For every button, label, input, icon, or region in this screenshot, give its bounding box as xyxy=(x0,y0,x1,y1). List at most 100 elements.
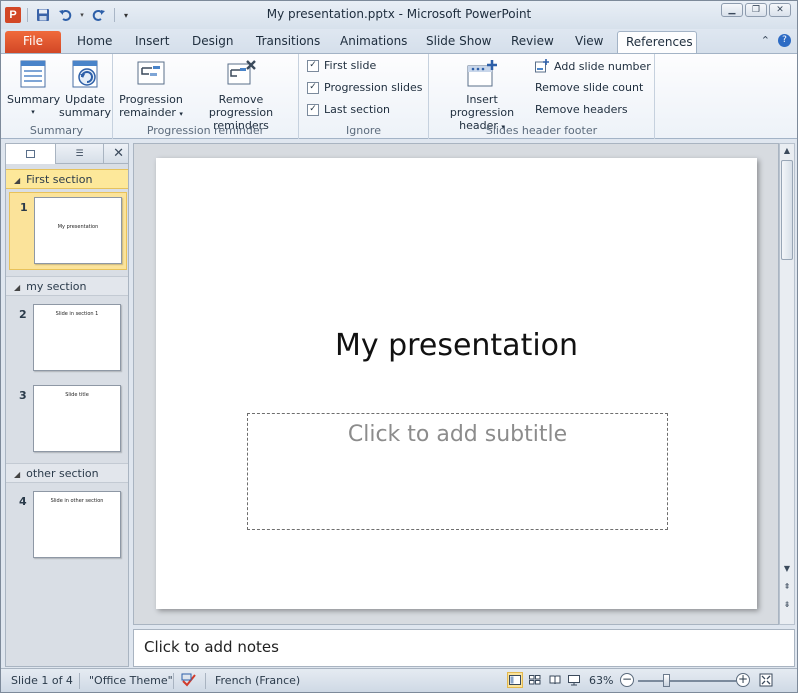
section-header-first[interactable]: ◢ First section xyxy=(6,169,128,189)
zoom-slider-knob[interactable] xyxy=(663,674,670,687)
status-separator xyxy=(79,673,80,689)
progression-slides-checkbox[interactable]: ✓ Progression slides xyxy=(307,81,423,94)
first-slide-label: First slide xyxy=(324,59,377,72)
close-icon[interactable]: ✕ xyxy=(769,3,791,17)
tab-transitions[interactable]: Transitions xyxy=(248,31,328,53)
tab-outline-view[interactable]: ☰ xyxy=(56,144,104,164)
tab-file[interactable]: File xyxy=(5,31,61,53)
slides-pane: ☰ ✕ ◢ First section 1 My presentation ◢ my… xyxy=(5,143,129,667)
tab-slide-show[interactable]: Slide Show xyxy=(418,31,499,53)
slide-thumbnail-2[interactable]: 2 Slide in section 1 xyxy=(9,300,127,378)
scrollbar-thumb[interactable] xyxy=(781,160,793,260)
update-summary-label-1: Update xyxy=(65,93,105,106)
checkbox-checked-icon[interactable]: ✓ xyxy=(307,81,319,94)
minimize-ribbon-icon[interactable]: ⌃ xyxy=(761,34,770,47)
notes-placeholder[interactable]: Click to add notes xyxy=(144,638,279,656)
collapse-triangle-icon[interactable]: ◢ xyxy=(14,465,20,485)
section-header-my[interactable]: ◢ my section xyxy=(6,276,128,296)
help-icon[interactable]: ? xyxy=(778,34,791,47)
minimize-icon[interactable]: ▁ xyxy=(721,3,743,17)
tab-view[interactable]: View xyxy=(567,31,611,53)
fit-slide-to-window-icon[interactable] xyxy=(758,672,774,688)
scroll-up-icon[interactable]: ▲ xyxy=(780,144,794,158)
ribbon-controls: ⌃ ? xyxy=(761,34,791,47)
add-slide-number-icon xyxy=(535,59,549,73)
progression-slides-label: Progression slides xyxy=(324,81,423,94)
collapse-triangle-icon[interactable]: ◢ xyxy=(14,171,20,191)
progression-remainder-button[interactable]: Progression remainder ▾ xyxy=(119,58,183,121)
add-slide-number-button[interactable]: Add slide number xyxy=(535,59,651,73)
update-summary-button[interactable]: Update summary xyxy=(59,58,111,119)
spelling-check-icon[interactable] xyxy=(181,672,199,691)
slides-header-footer-group: Insert progression header ▾ Add slide nu… xyxy=(429,54,655,139)
slide-edit-area: My presentation Click to add subtitle xyxy=(133,143,779,625)
slide-counter: Slide 1 of 4 xyxy=(11,674,73,687)
summary-icon xyxy=(17,58,49,90)
normal-view-icon[interactable] xyxy=(507,672,523,688)
outline-tab-icon: ☰ xyxy=(75,149,84,159)
tab-insert[interactable]: Insert xyxy=(127,31,177,53)
summary-button-label: Summary xyxy=(7,93,61,106)
slide-show-view-icon[interactable] xyxy=(566,672,582,688)
summary-group-label: Summary xyxy=(29,124,84,137)
tab-design[interactable]: Design xyxy=(184,31,241,53)
reading-view-icon[interactable] xyxy=(547,672,563,688)
zoom-in-icon[interactable]: + xyxy=(736,673,750,687)
tab-animations[interactable]: Animations xyxy=(332,31,415,53)
insert-progression-header-button[interactable]: Insert progression header ▾ xyxy=(433,58,531,134)
slide-number: 2 xyxy=(19,308,27,321)
progression-label-1: Progression xyxy=(119,93,183,106)
zoom-out-icon[interactable]: − xyxy=(620,673,634,687)
theme-name[interactable]: "Office Theme" xyxy=(89,674,173,687)
tab-references[interactable]: References xyxy=(617,31,697,53)
vertical-scrollbar[interactable]: ▲ ▼ ⇞ ⇟ xyxy=(779,143,795,625)
last-section-checkbox[interactable]: ✓ Last section xyxy=(307,103,390,116)
section-name: my section xyxy=(26,280,87,293)
scroll-down-icon[interactable]: ▼ xyxy=(780,562,794,576)
progression-icon xyxy=(135,58,167,90)
add-slide-number-label: Add slide number xyxy=(554,59,651,73)
slide-number: 3 xyxy=(19,389,27,402)
zoom-slider-track[interactable] xyxy=(638,680,736,682)
notes-pane[interactable]: Click to add notes xyxy=(133,629,795,667)
slide-thumbnail-1[interactable]: 1 My presentation xyxy=(9,192,127,270)
chevron-down-icon: ▾ xyxy=(31,108,35,116)
next-slide-icon[interactable]: ⇟ xyxy=(780,598,794,612)
remove-headers-label: Remove headers xyxy=(535,103,628,116)
update-summary-label-2: summary xyxy=(59,106,111,119)
section-header-other[interactable]: ◢ other section xyxy=(6,463,128,483)
insert-header-label-1: Insert progression xyxy=(449,93,515,119)
slide-thumb-image: Slide in other section xyxy=(33,491,121,558)
ribbon-tabs: File Home Insert Design Transitions Anim… xyxy=(1,29,797,53)
current-slide[interactable]: My presentation Click to add subtitle xyxy=(156,158,757,609)
slide-title[interactable]: My presentation xyxy=(156,328,757,363)
ignore-group-label: Ignore xyxy=(346,124,381,137)
remove-slide-count-button[interactable]: Remove slide count xyxy=(535,81,643,94)
slide-thumbnail-4[interactable]: 4 Slide in other section xyxy=(9,487,127,565)
collapse-triangle-icon[interactable]: ◢ xyxy=(14,278,20,298)
checkbox-checked-icon[interactable]: ✓ xyxy=(307,59,319,72)
status-separator xyxy=(205,673,206,689)
slide-sorter-view-icon[interactable] xyxy=(527,672,543,688)
first-slide-checkbox[interactable]: ✓ First slide xyxy=(307,59,376,72)
subtitle-placeholder[interactable]: Click to add subtitle xyxy=(247,413,668,530)
tab-slides-view[interactable] xyxy=(6,144,56,164)
tab-home[interactable]: Home xyxy=(69,31,120,53)
header-footer-group-label: Slides header footer xyxy=(485,124,598,137)
slide-number: 4 xyxy=(19,495,27,508)
language-indicator[interactable]: French (France) xyxy=(215,674,300,687)
slide-thumbnail-3[interactable]: 3 Slide title xyxy=(9,381,127,459)
remove-headers-button[interactable]: Remove headers xyxy=(535,103,628,116)
update-summary-icon xyxy=(69,58,101,90)
slide-number: 1 xyxy=(20,201,28,214)
checkbox-checked-icon[interactable]: ✓ xyxy=(307,103,319,116)
summary-button[interactable]: Summary ▾ xyxy=(7,58,61,119)
zoom-level[interactable]: 63% xyxy=(589,674,613,687)
remove-progression-reminders-button[interactable]: Remove progression reminders xyxy=(185,58,297,132)
previous-slide-icon[interactable]: ⇞ xyxy=(780,580,794,594)
slides-tab-icon xyxy=(26,150,35,158)
close-pane-icon[interactable]: ✕ xyxy=(113,146,124,161)
restore-icon[interactable]: ❐ xyxy=(745,3,767,17)
pane-tabs: ☰ ✕ xyxy=(6,144,128,164)
tab-review[interactable]: Review xyxy=(503,31,562,53)
